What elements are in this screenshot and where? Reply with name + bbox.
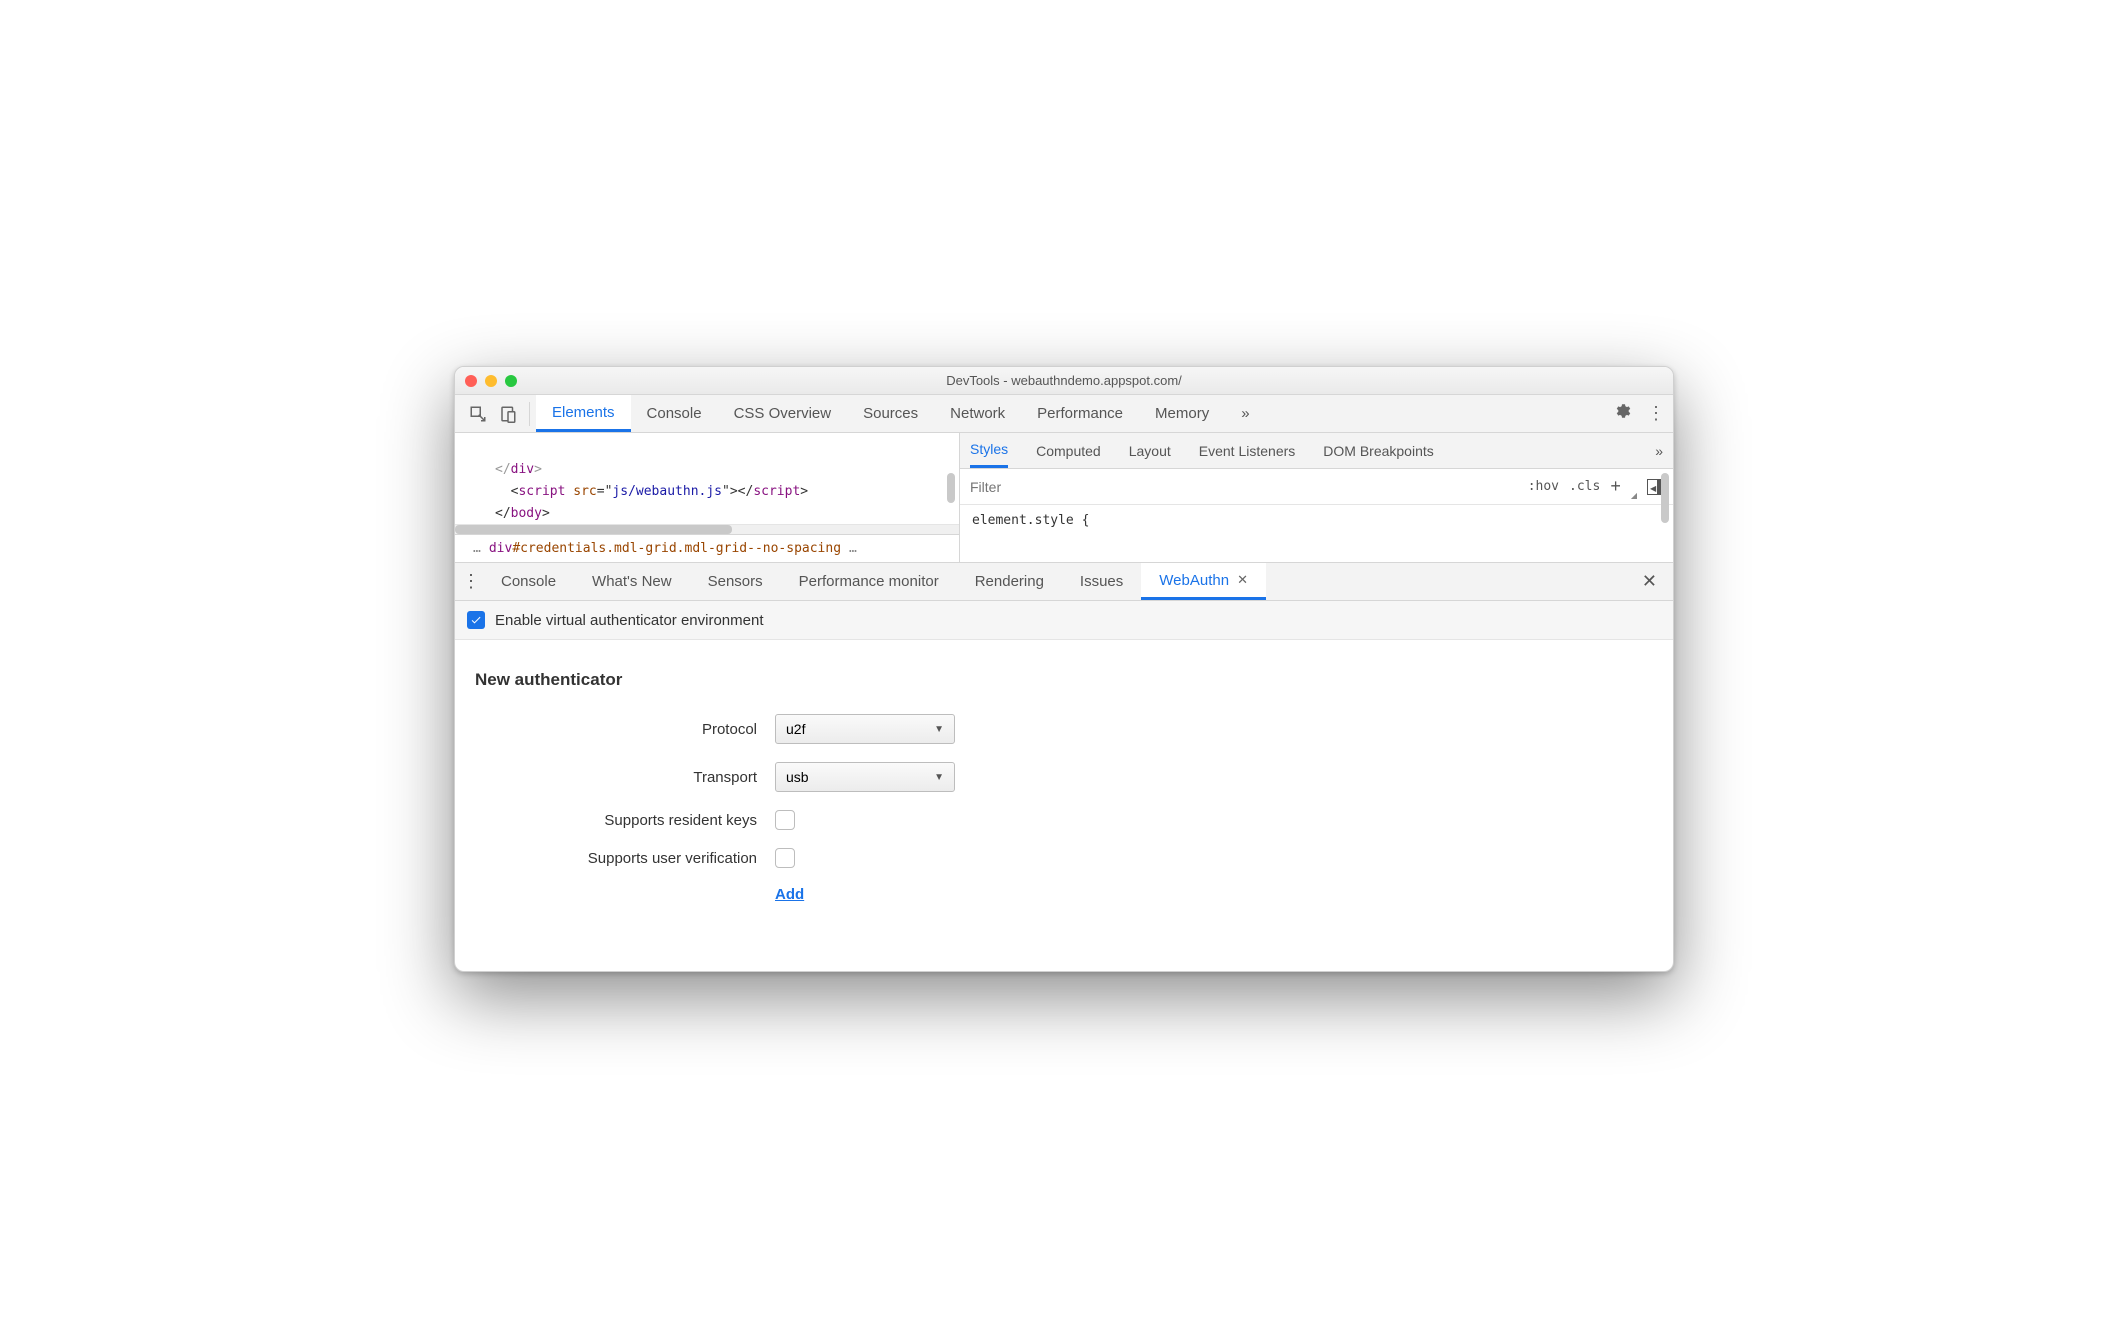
enable-checkbox[interactable] xyxy=(467,611,485,629)
drawer-tabbar: ⋮ Console What's New Sensors Performance… xyxy=(455,563,1673,601)
drawer-tab-perfmon[interactable]: Performance monitor xyxy=(781,563,957,600)
dom-tree[interactable]: </div> <script src="js/webauthn.js"></sc… xyxy=(455,433,959,524)
drawer-tab-sensors[interactable]: Sensors xyxy=(690,563,781,600)
enable-row: Enable virtual authenticator environment xyxy=(455,601,1673,640)
hov-toggle[interactable]: :hov xyxy=(1528,479,1559,494)
dom-tree-hscroll[interactable] xyxy=(455,524,959,534)
chevron-down-icon: ▼ xyxy=(934,772,944,783)
drawer-tab-rendering[interactable]: Rendering xyxy=(957,563,1062,600)
close-tab-icon[interactable]: ✕ xyxy=(1237,572,1248,588)
tab-console[interactable]: Console xyxy=(631,395,718,432)
more-icon[interactable]: ⋮ xyxy=(1639,403,1673,424)
drawer-close-icon[interactable]: ✕ xyxy=(1630,571,1669,592)
breadcrumb-item[interactable]: div#credentials.mdl-grid.mdl-grid--no-sp… xyxy=(489,541,841,556)
stab-layout[interactable]: Layout xyxy=(1129,433,1171,468)
breadcrumb: … div#credentials.mdl-grid.mdl-grid--no-… xyxy=(455,534,959,562)
styles-filter-input[interactable] xyxy=(970,479,1518,495)
form-title: New authenticator xyxy=(475,670,1653,690)
enable-label: Enable virtual authenticator environment xyxy=(495,612,764,629)
styles-filter-row: :hov .cls + ◢ ◀ xyxy=(960,469,1673,505)
stab-event-listeners[interactable]: Event Listeners xyxy=(1199,433,1296,468)
main-tabbar: Elements Console CSS Overview Sources Ne… xyxy=(455,395,1673,433)
transport-label: Transport xyxy=(475,769,775,786)
settings-icon[interactable] xyxy=(1605,402,1639,425)
stab-styles[interactable]: Styles xyxy=(970,433,1008,468)
styles-body[interactable]: element.style { xyxy=(960,505,1673,562)
protocol-label: Protocol xyxy=(475,721,775,738)
tab-memory[interactable]: Memory xyxy=(1139,395,1225,432)
devtools-window: DevTools - webauthndemo.appspot.com/ Ele… xyxy=(454,366,1674,972)
new-style-rule-button[interactable]: + xyxy=(1610,476,1621,497)
tab-network[interactable]: Network xyxy=(934,395,1021,432)
cls-toggle[interactable]: .cls xyxy=(1569,479,1600,494)
device-toggle-icon[interactable] xyxy=(493,399,523,429)
user-verification-checkbox[interactable] xyxy=(775,848,795,868)
window-titlebar: DevTools - webauthndemo.appspot.com/ xyxy=(455,367,1673,395)
breadcrumb-left-ellipsis[interactable]: … xyxy=(465,541,489,556)
protocol-select[interactable]: u2f ▼ xyxy=(775,714,955,744)
tab-elements[interactable]: Elements xyxy=(536,395,631,432)
resident-keys-label: Supports resident keys xyxy=(475,812,775,829)
user-verification-label: Supports user verification xyxy=(475,850,775,867)
elements-tree-pane: </div> <script src="js/webauthn.js"></sc… xyxy=(455,433,960,562)
drawer-tab-issues[interactable]: Issues xyxy=(1062,563,1141,600)
webauthn-form: New authenticator Protocol u2f ▼ Transpo… xyxy=(455,640,1673,971)
tab-css-overview[interactable]: CSS Overview xyxy=(718,395,848,432)
drawer-tab-whatsnew[interactable]: What's New xyxy=(574,563,690,600)
panes: </div> <script src="js/webauthn.js"></sc… xyxy=(455,433,1673,563)
window-title: DevTools - webauthndemo.appspot.com/ xyxy=(455,373,1673,388)
styles-pane: Styles Computed Layout Event Listeners D… xyxy=(960,433,1673,562)
chevron-down-icon: ▼ xyxy=(934,724,944,735)
stab-computed[interactable]: Computed xyxy=(1036,433,1101,468)
stab-dom-breakpoints[interactable]: DOM Breakpoints xyxy=(1323,433,1433,468)
transport-select[interactable]: usb ▼ xyxy=(775,762,955,792)
add-button[interactable]: Add xyxy=(775,886,804,903)
tab-sources[interactable]: Sources xyxy=(847,395,934,432)
dom-tree-scrollbar[interactable] xyxy=(947,473,955,503)
stabs-overflow[interactable]: » xyxy=(1655,433,1663,468)
styles-tabbar: Styles Computed Layout Event Listeners D… xyxy=(960,433,1673,469)
breadcrumb-right-ellipsis[interactable]: … xyxy=(841,541,865,556)
drawer-more-icon[interactable]: ⋮ xyxy=(459,571,483,592)
tab-performance[interactable]: Performance xyxy=(1021,395,1139,432)
tabs-overflow[interactable]: » xyxy=(1225,395,1265,432)
drawer-tab-console[interactable]: Console xyxy=(483,563,574,600)
styles-scrollbar[interactable] xyxy=(1661,473,1669,523)
drawer-tab-webauthn[interactable]: WebAuthn ✕ xyxy=(1141,563,1266,600)
resident-keys-checkbox[interactable] xyxy=(775,810,795,830)
inspect-icon[interactable] xyxy=(463,399,493,429)
